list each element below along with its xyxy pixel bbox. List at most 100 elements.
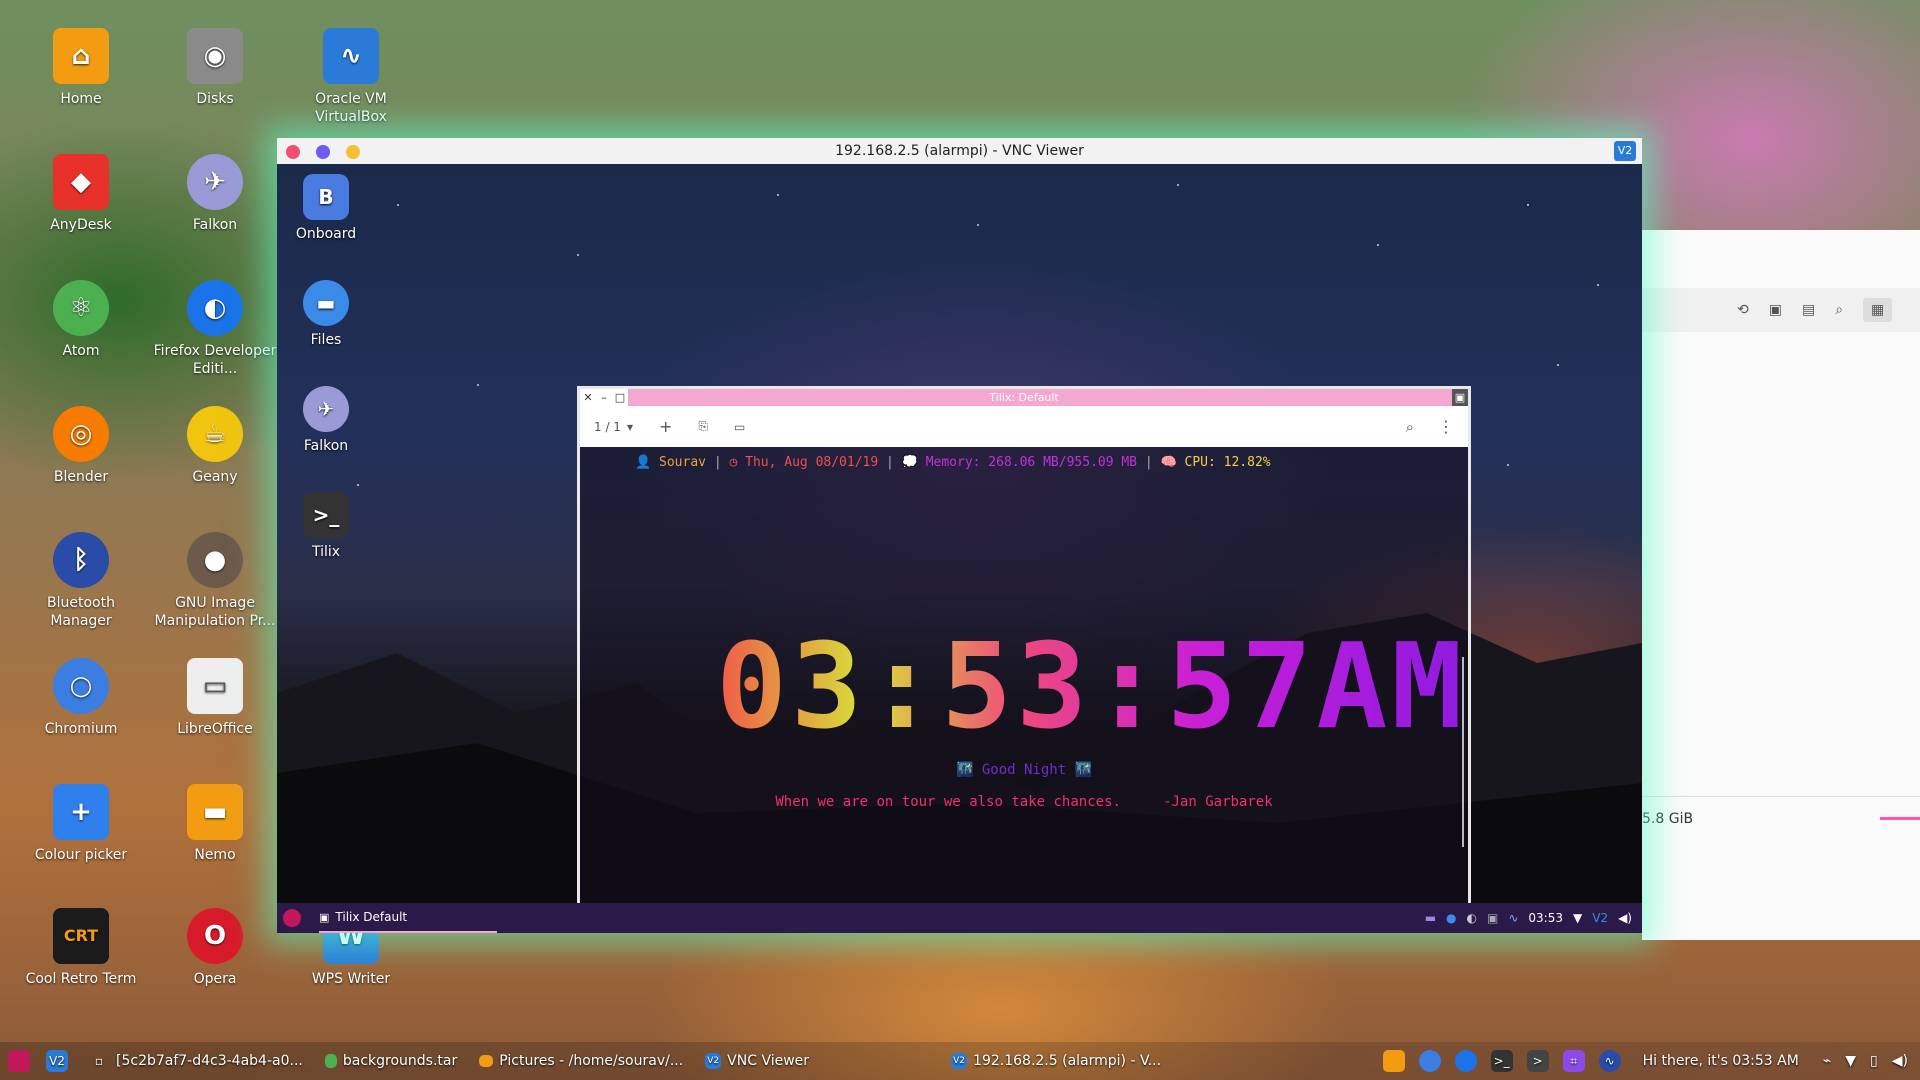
firefox-icon[interactable]	[1454, 1050, 1477, 1072]
raspberry-menu-icon[interactable]	[283, 909, 301, 927]
volume-icon[interactable]: ◀)	[1618, 911, 1632, 925]
vnc-icon-falkon[interactable]: ✈ Falkon	[277, 386, 381, 454]
terminal-output[interactable]: 👤 Sourav | ◷ Thu, Aug 08/01/19 | 💭 Memor…	[580, 447, 1468, 933]
chevron-down-icon[interactable]: ▾	[627, 420, 633, 434]
folder-home-icon: ⌂	[53, 28, 109, 84]
desktop-icon-blender[interactable]: ◎ Blender	[16, 406, 146, 486]
taskbar-item[interactable]: backgrounds.tar	[324, 1053, 458, 1069]
screenshot-icon[interactable]: ⌗	[1562, 1050, 1585, 1072]
remote-panel: ▣ Tilix Default ▬ ● ◐ ▣ ∿ 03:53 ▼ V2 ◀)	[277, 903, 1642, 933]
panel-task-tilix[interactable]: ▣ Tilix Default	[319, 903, 498, 933]
desktop-icon-geany[interactable]: ☕ Geany	[150, 406, 280, 486]
search-icon[interactable]: ⌕	[1835, 302, 1843, 318]
maximize-icon[interactable]: □	[612, 389, 628, 406]
volume-icon[interactable]: ◀)	[1892, 1053, 1908, 1069]
desktop-icon-bluetooth[interactable]: ᛒ Bluetooth Manager	[16, 532, 146, 630]
desktop-icon-label: Oracle VM VirtualBox	[315, 91, 387, 125]
falkon-icon[interactable]: ◐	[1467, 911, 1477, 925]
system-tray: ⌁ ▼ ▯ ◀)	[1823, 1053, 1908, 1069]
tilix-terminal-icon: >_	[303, 492, 349, 538]
tilix-titlebar[interactable]: ✕ – □ Tilix: Default ▣	[580, 389, 1468, 406]
files-folder-icon[interactable]: ▬	[1425, 911, 1436, 925]
star	[1597, 284, 1599, 286]
taskbar-item[interactable]: Pictures - /home/sourav/...	[479, 1053, 683, 1069]
terminal-icon[interactable]: >	[1526, 1050, 1549, 1072]
zoom-slider[interactable]	[1880, 817, 1920, 820]
desktop-icon-opera[interactable]: O Opera	[150, 908, 280, 988]
desktop-icon-atom[interactable]: ⚛ Atom	[16, 280, 146, 360]
taskbar-item-label: backgrounds.tar	[342, 1053, 458, 1069]
system-monitor-icon[interactable]: ∿	[1508, 911, 1518, 925]
wifi-icon[interactable]: ▼	[1573, 911, 1582, 925]
desktop-icon-firefox[interactable]: ◐ Firefox Developer Editi...	[150, 280, 280, 378]
vnc-icon-label: Tilix	[311, 544, 341, 560]
sidebar-icon[interactable]: ▭	[734, 420, 745, 434]
vnc-viewer-window: 192.168.2.5 (alarmpi) - VNC Viewer V2 B …	[277, 138, 1642, 933]
desktop-icon-nemo[interactable]: ▬ Nemo	[150, 784, 280, 864]
taskbar-item[interactable]: V2 VNC Viewer	[705, 1053, 809, 1069]
star	[1527, 204, 1529, 206]
menu-button[interactable]	[8, 1050, 36, 1072]
remote-desktop[interactable]: B Onboard ▬ Files ✈ Falkon >_ Tilix ✕ – …	[277, 164, 1642, 933]
battery-icon[interactable]: ▯	[1870, 1053, 1878, 1069]
vnc-logo-icon[interactable]: V2	[1592, 911, 1608, 925]
desktop-icon-anydesk[interactable]: ◆ AnyDesk	[16, 154, 146, 234]
paperclip-icon[interactable]: ⌁	[1823, 1053, 1831, 1069]
minimize-icon[interactable]: –	[596, 389, 612, 406]
vnc-icon-label: Onboard	[295, 226, 357, 242]
terminal-icon[interactable]: ▣	[1769, 302, 1782, 318]
desktop-icon-libreoffice[interactable]: ▭ LibreOffice	[150, 658, 280, 738]
folder-icon[interactable]	[1382, 1050, 1405, 1072]
taskbar: V2 ▫ [5c2b7af7-d4c3-4ab4-a0... backgroun…	[0, 1042, 1920, 1080]
desktop-icon-virtualbox[interactable]: ∿ Oracle VM VirtualBox	[286, 28, 416, 126]
quote-author: -Jan Garbarek	[1163, 794, 1273, 810]
search-icon[interactable]: ⌕	[1406, 418, 1414, 436]
globe-icon[interactable]: ●	[1446, 911, 1456, 925]
grid-view-icon[interactable]: ▦	[1863, 298, 1893, 322]
vnc-icon-tilix[interactable]: >_ Tilix	[277, 492, 381, 560]
desktop-icon-chromium[interactable]: ○ Chromium	[16, 658, 146, 738]
terminal-icon[interactable]: >_	[1490, 1050, 1513, 1072]
new-folder-icon[interactable]: ▤	[1802, 302, 1815, 318]
star	[1507, 464, 1509, 466]
desktop-icon-gimp[interactable]: ● GNU Image Manipulation Pr...	[150, 532, 280, 630]
desktop-icon-home[interactable]: ⌂ Home	[16, 28, 146, 108]
desktop-icon-falkon[interactable]: ✈ Falkon	[150, 154, 280, 234]
session-counter[interactable]: 1 / 1	[594, 420, 621, 434]
atom-icon: ⚛	[53, 280, 109, 336]
close-icon[interactable]: ✕	[580, 389, 596, 406]
star	[1377, 244, 1379, 246]
desktop-icon-colour-picker[interactable]: + Colour picker	[16, 784, 146, 864]
star	[357, 484, 359, 486]
wifi-icon[interactable]: ▼	[1845, 1053, 1856, 1069]
vnc-logo-icon: V2	[705, 1053, 722, 1069]
vnc-icon-onboard[interactable]: B Onboard	[277, 174, 381, 242]
status-cpu: CPU: 12.82%	[1184, 455, 1271, 470]
desktop-icon-cool-retro-term[interactable]: CRT Cool Retro Term	[16, 908, 146, 988]
libreoffice-icon: ▭	[187, 658, 243, 714]
tilix-menu-icon[interactable]: ▣	[1452, 389, 1468, 406]
add-terminal-icon[interactable]: +	[659, 417, 672, 436]
split-icon[interactable]: ⎘	[698, 419, 708, 434]
desktop-icon-label: Disks	[196, 91, 234, 107]
vnc-logo-icon[interactable]: V2	[1614, 141, 1636, 161]
bluetooth-icon: ᛒ	[53, 532, 109, 588]
scrollbar[interactable]	[1462, 657, 1464, 847]
desktop-icon-label: Atom	[62, 343, 100, 359]
desktop-icon-disks[interactable]: ◉ Disks	[150, 28, 280, 108]
taskbar-item[interactable]: ▫ [5c2b7af7-d4c3-4ab4-a0...	[88, 1050, 303, 1072]
vnc-icon-files[interactable]: ▬ Files	[277, 280, 381, 348]
terminal-icon[interactable]: ▣	[1487, 911, 1498, 925]
minimize-button[interactable]	[346, 145, 360, 159]
more-menu-icon[interactable]: ⋮	[1438, 417, 1454, 436]
view-icon[interactable]: ⟲	[1737, 302, 1749, 318]
close-button[interactable]	[286, 145, 300, 159]
taskbar-item-active[interactable]: V2 192.168.2.5 (alarmpi) - V...	[951, 1053, 1161, 1069]
maximize-button[interactable]	[316, 145, 330, 159]
tilix-window[interactable]: ✕ – □ Tilix: Default ▣ 1 / 1 ▾ + ⎘ ▭ ⌕ ⋮…	[577, 386, 1471, 933]
chromium-icon[interactable]	[1418, 1050, 1441, 1072]
vnc-launcher[interactable]: V2	[46, 1050, 74, 1072]
system-monitor-icon[interactable]: ∿	[1598, 1050, 1621, 1072]
taskbar-item-label: VNC Viewer	[727, 1053, 810, 1069]
vnc-titlebar[interactable]: 192.168.2.5 (alarmpi) - VNC Viewer V2	[277, 138, 1642, 164]
